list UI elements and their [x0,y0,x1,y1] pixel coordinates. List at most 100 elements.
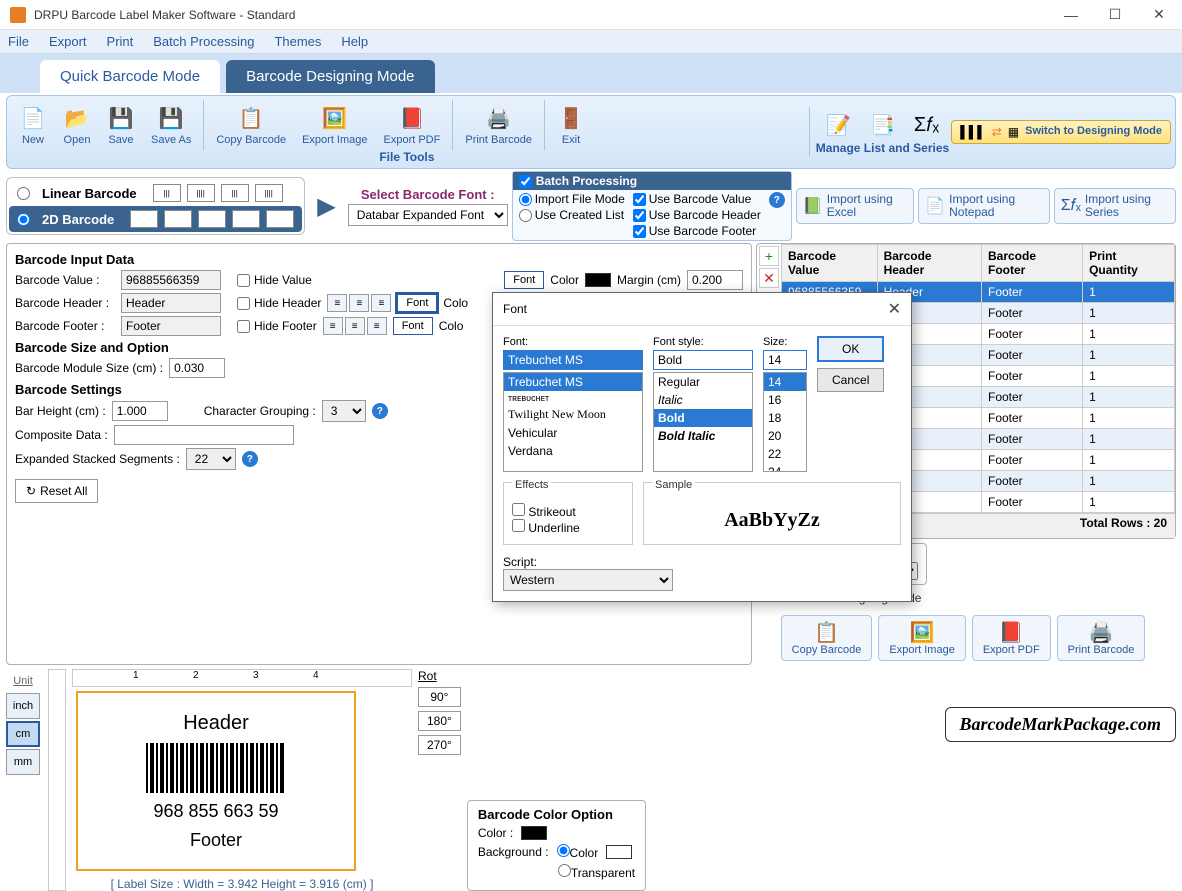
align-left[interactable]: ≡ [327,294,347,312]
font-style-input[interactable] [653,350,753,370]
linear-radio[interactable] [17,187,30,200]
barcode-footer-input[interactable] [121,316,221,336]
bg-transparent-radio[interactable] [558,864,571,877]
color-option-panel: Barcode Color Option Color : Background … [467,800,646,891]
font-dialog-close[interactable]: ✕ [888,299,901,319]
align-right-f[interactable]: ≡ [367,317,387,335]
exit-button[interactable]: 🚪Exit [549,102,593,148]
header-font-button[interactable]: Font [397,294,437,312]
bg-color-radio[interactable] [557,844,570,857]
font-list[interactable]: Trebuchet MS ᴛʀᴇʙᴜᴄʜᴇᴛ Twilight New Moon… [503,372,643,472]
2d-radio[interactable] [17,213,30,226]
import-notepad-button[interactable]: 📄Import using Notepad [918,188,1050,224]
align-right[interactable]: ≡ [371,294,391,312]
menu-themes[interactable]: Themes [274,34,321,49]
align-center[interactable]: ≡ [349,294,369,312]
open-button[interactable]: 📂Open [55,102,99,148]
menu-help[interactable]: Help [341,34,368,49]
margin-input[interactable] [687,270,743,290]
unit-cm[interactable]: cm [6,721,40,747]
rot-180[interactable]: 180° [418,711,461,731]
barcode-font-dropdown[interactable]: Databar Expanded Font [348,204,508,226]
series-button[interactable]: 📑 [860,109,904,141]
stacked-help[interactable]: ? [242,451,258,467]
import-series-button[interactable]: Σ𝑓ₓImport using Series [1054,188,1176,224]
menu-export[interactable]: Export [49,34,87,49]
font-name-input[interactable] [503,350,643,370]
linear-barcode-option[interactable]: Linear Barcode |||||||||||||| [9,180,302,206]
hide-header-checkbox[interactable] [237,297,250,310]
font-ok-button[interactable]: OK [817,336,884,362]
save-as-button[interactable]: 💾Save As [143,102,199,148]
value-color-swatch[interactable] [585,273,611,287]
module-size-input[interactable] [169,358,225,378]
col-value[interactable]: Barcode Value [782,245,878,282]
copy-barcode-button[interactable]: 📋Copy Barcode [208,102,294,148]
value-font-button[interactable]: Font [504,271,544,289]
unit-mm[interactable]: mm [6,749,40,775]
menu-batch[interactable]: Batch Processing [153,34,254,49]
col-qty[interactable]: Print Quantity [1083,245,1175,282]
import-file-mode-radio[interactable] [519,193,532,206]
char-group-help[interactable]: ? [372,403,388,419]
font-cancel-button[interactable]: Cancel [817,368,884,392]
use-created-list-radio[interactable] [519,209,532,222]
barcode-value-input[interactable] [121,270,221,290]
bg-color-swatch[interactable] [606,845,632,859]
preview-value: 968 855 663 59 [153,801,278,822]
close-button[interactable]: ✕ [1146,5,1172,25]
label-canvas[interactable]: Header 968 855 663 59 Footer [76,691,356,871]
align-center-f[interactable]: ≡ [345,317,365,335]
bar-height-input[interactable] [112,401,168,421]
formula-button[interactable]: Σ𝑓ₓ [904,109,948,141]
rot-90[interactable]: 90° [418,687,461,707]
save-button[interactable]: 💾Save [99,102,143,148]
script-select[interactable]: Western [503,569,673,591]
use-bh-checkbox[interactable] [633,209,646,222]
unit-inch[interactable]: inch [6,693,40,719]
export-pdf-button[interactable]: 📕Export PDF [376,102,449,148]
composite-input[interactable] [114,425,294,445]
print-barcode-button[interactable]: 🖨️Print Barcode [457,102,540,148]
align-left-f[interactable]: ≡ [323,317,343,335]
minimize-button[interactable]: — [1058,5,1084,25]
tab-design-mode[interactable]: Barcode Designing Mode [226,60,434,93]
export-image-btn2[interactable]: 🖼️Export Image [878,615,965,661]
export-pdf-btn2[interactable]: 📕Export PDF [972,615,1051,661]
tab-quick-mode[interactable]: Quick Barcode Mode [40,60,220,93]
batch-checkbox[interactable] [519,175,532,188]
menu-file[interactable]: File [8,34,29,49]
col-header[interactable]: Barcode Header [877,245,981,282]
switch-mode-button[interactable]: ▌▌▌ ⇄ ▦ Switch to Designing Mode [951,120,1171,144]
2d-barcode-option[interactable]: 2D Barcode ▦▩▦▩▦ [9,206,302,232]
copy-barcode-btn2[interactable]: 📋Copy Barcode [781,615,873,661]
char-grouping-select[interactable]: 3 [322,400,366,422]
use-bv-checkbox[interactable] [633,193,646,206]
print-barcode-btn2[interactable]: 🖨️Print Barcode [1057,615,1146,661]
new-button[interactable]: 📄New [11,102,55,148]
barcode-header-input[interactable] [121,293,221,313]
barcode-color-swatch[interactable] [521,826,547,840]
footer-font-button[interactable]: Font [393,317,433,335]
reset-all-button[interactable]: ↻Reset All [15,479,98,503]
size-list[interactable]: 14 16 18 20 22 24 26 [763,372,807,472]
underline-checkbox[interactable] [512,519,525,532]
sigma-icon: Σ𝑓ₓ [912,111,940,139]
menu-print[interactable]: Print [107,34,134,49]
import-excel-button[interactable]: 📗Import using Excel [796,188,914,224]
style-list[interactable]: Regular Italic Bold Bold Italic [653,372,753,472]
col-footer[interactable]: Barcode Footer [981,245,1082,282]
use-bf-checkbox[interactable] [633,225,646,238]
stacked-select[interactable]: 22 [186,448,236,470]
delete-row-button[interactable]: ✕ [759,268,779,288]
font-size-input[interactable] [763,350,807,370]
hide-value-checkbox[interactable] [237,274,250,287]
hide-footer-checkbox[interactable] [237,320,250,333]
rot-270[interactable]: 270° [418,735,461,755]
export-image-button[interactable]: 🖼️Export Image [294,102,375,148]
batch-help-icon[interactable]: ? [769,192,785,208]
strikeout-checkbox[interactable] [512,503,525,516]
add-row-button[interactable]: + [759,246,779,266]
maximize-button[interactable]: ☐ [1102,5,1128,25]
edit-list-button[interactable]: 📝 [816,109,860,141]
